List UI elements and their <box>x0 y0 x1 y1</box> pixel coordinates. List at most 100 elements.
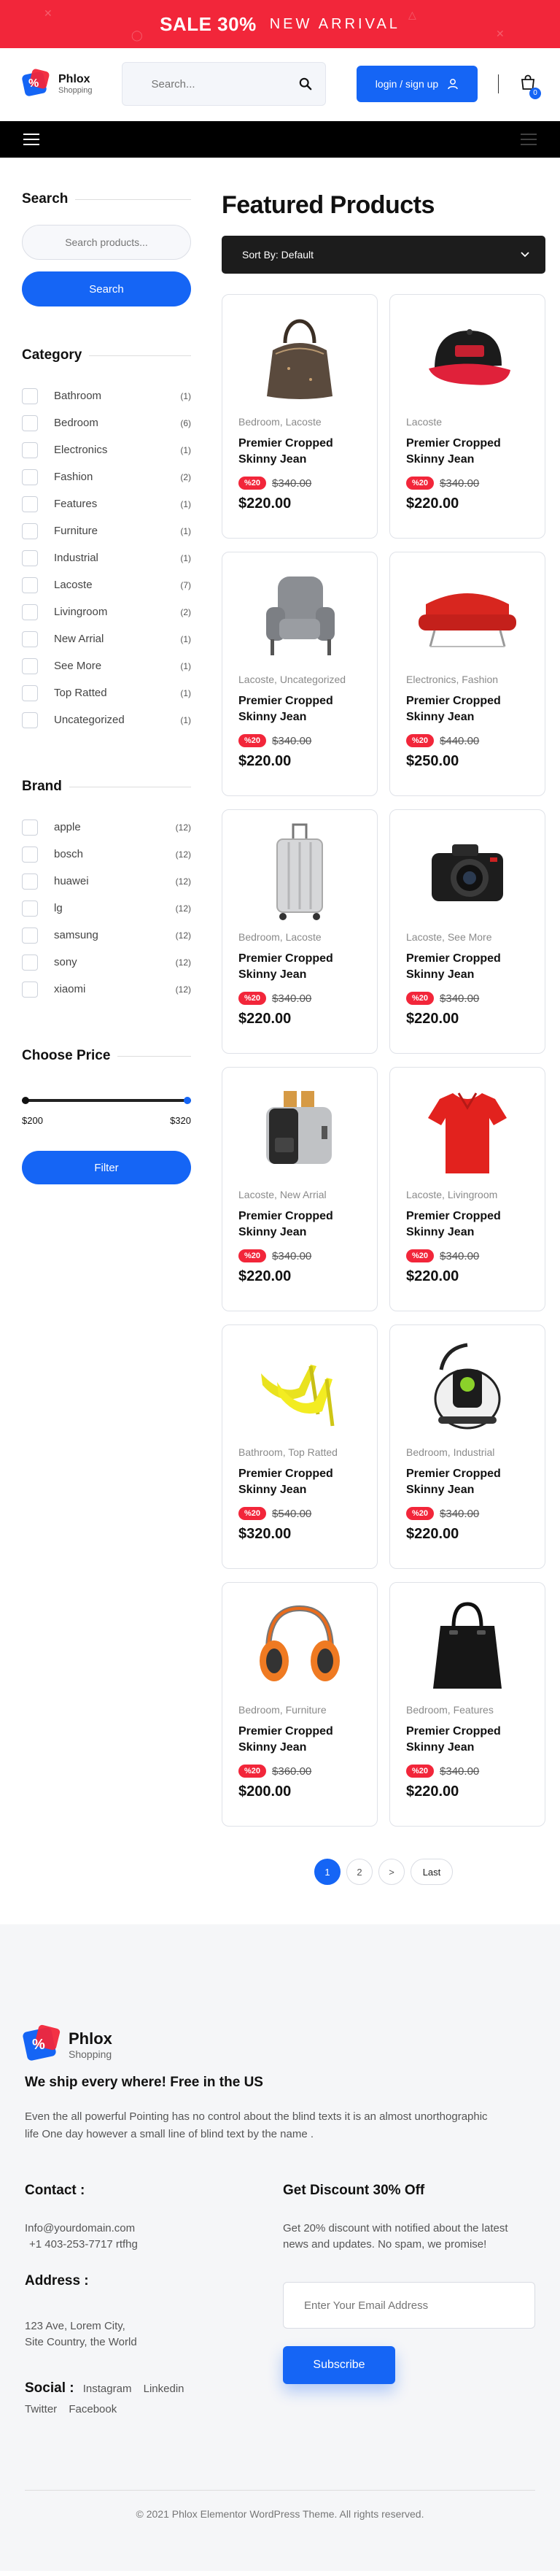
category-item[interactable]: Industrial (1) <box>22 544 191 571</box>
category-item[interactable]: Furniture (1) <box>22 517 191 544</box>
checkbox[interactable] <box>22 873 38 890</box>
category-item[interactable]: Lacoste (7) <box>22 571 191 598</box>
sofa-icon[interactable] <box>406 564 529 666</box>
product-categories[interactable]: Lacoste, Uncategorized <box>238 672 361 687</box>
social-linkedin-link[interactable]: Linkedin <box>144 2383 184 2395</box>
category-item[interactable]: Bathroom (1) <box>22 382 191 409</box>
toaster-icon[interactable] <box>238 1079 361 1181</box>
checkbox[interactable] <box>22 981 38 998</box>
checkbox[interactable] <box>22 685 38 701</box>
site-logo[interactable]: % Phlox Shopping <box>21 68 93 98</box>
last-page-button[interactable]: Last <box>411 1859 453 1885</box>
product-categories[interactable]: Electronics, Fashion <box>406 672 529 687</box>
checkbox[interactable] <box>22 712 38 728</box>
product-categories[interactable]: Bedroom, Lacoste <box>238 930 361 945</box>
checkbox[interactable] <box>22 468 38 485</box>
checkbox[interactable] <box>22 819 38 836</box>
product-categories[interactable]: Bedroom, Industrial <box>406 1445 529 1460</box>
headphones-icon[interactable] <box>238 1594 361 1697</box>
product-card[interactable]: Lacoste, New Arrial Premier Cropped Skinn… <box>222 1067 378 1311</box>
social-instagram-link[interactable]: Instagram <box>83 2383 132 2395</box>
product-categories[interactable]: Lacoste, New Arrial <box>238 1187 361 1203</box>
brand-item[interactable]: samsung (12) <box>22 922 191 949</box>
sidebar-search-input[interactable] <box>37 236 176 248</box>
page-button[interactable]: 2 <box>346 1859 373 1885</box>
product-name[interactable]: Premier Cropped Skinny Jean <box>406 951 529 983</box>
category-item[interactable]: Uncategorized (1) <box>22 706 191 733</box>
product-name[interactable]: Premier Cropped Skinny Jean <box>238 1208 361 1241</box>
menu-secondary-icon[interactable] <box>521 130 537 149</box>
product-categories[interactable]: Bathroom, Top Ratted <box>238 1445 361 1460</box>
product-name[interactable]: Premier Cropped Skinny Jean <box>238 436 361 468</box>
product-categories[interactable]: Lacoste, Livingroom <box>406 1187 529 1203</box>
product-card[interactable]: Bedroom, Features Premier Cropped Skinny … <box>389 1582 545 1827</box>
search-icon[interactable] <box>299 77 312 90</box>
product-name[interactable]: Premier Cropped Skinny Jean <box>406 1208 529 1241</box>
category-item[interactable]: New Arrial (1) <box>22 625 191 652</box>
contact-phone[interactable]: +1 403-253-7717 rtfhg <box>25 2237 283 2253</box>
product-categories[interactable]: Bedroom, Features <box>406 1702 529 1718</box>
product-name[interactable]: Premier Cropped Skinny Jean <box>406 693 529 725</box>
product-card[interactable]: Lacoste, See More Premier Cropped Skinny … <box>389 809 545 1054</box>
cap-icon[interactable] <box>406 306 529 409</box>
price-min-handle[interactable] <box>22 1097 29 1104</box>
product-categories[interactable]: Bedroom, Furniture <box>238 1702 361 1718</box>
brand-item[interactable]: xiaomi (12) <box>22 976 191 1003</box>
menu-hamburger-icon[interactable] <box>23 130 39 149</box>
product-categories[interactable]: Lacoste <box>406 414 529 430</box>
checkbox[interactable] <box>22 846 38 863</box>
product-card[interactable]: Lacoste, Livingroom Premier Cropped Skinn… <box>389 1067 545 1311</box>
checkbox[interactable] <box>22 954 38 971</box>
product-card[interactable]: Bathroom, Top Ratted Premier Cropped Skin… <box>222 1324 378 1569</box>
checkbox[interactable] <box>22 495 38 512</box>
category-item[interactable]: Features (1) <box>22 490 191 517</box>
brand-item[interactable]: lg (12) <box>22 895 191 922</box>
checkbox[interactable] <box>22 387 38 404</box>
category-item[interactable]: Electronics (1) <box>22 436 191 463</box>
product-card[interactable]: Electronics, Fashion Premier Cropped Skin… <box>389 552 545 796</box>
product-name[interactable]: Premier Cropped Skinny Jean <box>406 1724 529 1756</box>
checkbox[interactable] <box>22 658 38 674</box>
product-card[interactable]: Bedroom, Lacoste Premier Cropped Skinny J… <box>222 294 378 539</box>
suitcase-icon[interactable] <box>238 822 361 924</box>
price-range-slider[interactable] <box>22 1097 191 1104</box>
price-max-handle[interactable] <box>184 1097 191 1104</box>
brand-item[interactable]: sony (12) <box>22 949 191 976</box>
newsletter-email-input[interactable] <box>304 2299 508 2312</box>
checkbox[interactable] <box>22 603 38 620</box>
next-page-button[interactable]: > <box>378 1859 405 1885</box>
handbag-icon[interactable] <box>238 306 361 409</box>
brand-item[interactable]: huawei (12) <box>22 868 191 895</box>
polo-shirt-icon[interactable] <box>406 1079 529 1181</box>
checkbox[interactable] <box>22 522 38 539</box>
social-twitter-link[interactable]: Twitter <box>25 2403 57 2415</box>
checkbox[interactable] <box>22 576 38 593</box>
checkbox[interactable] <box>22 414 38 431</box>
brand-item[interactable]: bosch (12) <box>22 841 191 868</box>
category-item[interactable]: Fashion (2) <box>22 463 191 490</box>
high-heels-icon[interactable] <box>238 1337 361 1439</box>
checkbox[interactable] <box>22 900 38 917</box>
product-name[interactable]: Premier Cropped Skinny Jean <box>406 1466 529 1498</box>
header-search-input[interactable] <box>151 77 283 90</box>
camera-icon[interactable] <box>406 822 529 924</box>
product-card[interactable]: Bedroom, Industrial Premier Cropped Skinn… <box>389 1324 545 1569</box>
product-card[interactable]: Bedroom, Lacoste Premier Cropped Skinny J… <box>222 809 378 1054</box>
category-item[interactable]: Top Ratted (1) <box>22 679 191 706</box>
armchair-icon[interactable] <box>238 564 361 666</box>
product-card[interactable]: Bedroom, Furniture Premier Cropped Skinny… <box>222 1582 378 1827</box>
cart-button[interactable]: 0 <box>519 74 541 99</box>
sidebar-search-button[interactable]: Search <box>22 271 191 306</box>
sort-dropdown[interactable]: Sort By: Default <box>222 236 545 274</box>
product-card[interactable]: Lacoste Premier Cropped Skinny Jean %20 $34… <box>389 294 545 539</box>
footer-logo[interactable]: % Phlox Shopping <box>22 2024 535 2063</box>
checkbox[interactable] <box>22 927 38 944</box>
page-button-current[interactable]: 1 <box>314 1859 341 1885</box>
product-name[interactable]: Premier Cropped Skinny Jean <box>238 1466 361 1498</box>
social-facebook-link[interactable]: Facebook <box>69 2403 117 2415</box>
filter-button[interactable]: Filter <box>22 1151 191 1184</box>
category-item[interactable]: See More (1) <box>22 652 191 679</box>
checkbox[interactable] <box>22 441 38 458</box>
product-name[interactable]: Premier Cropped Skinny Jean <box>238 1724 361 1756</box>
brand-item[interactable]: apple (12) <box>22 814 191 841</box>
